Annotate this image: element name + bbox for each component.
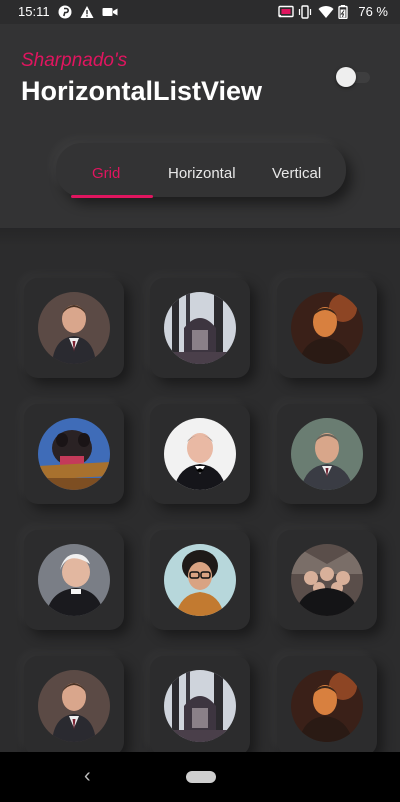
grid-item[interactable] <box>277 656 377 756</box>
toggle-thumb <box>336 67 356 87</box>
avatar <box>38 544 110 616</box>
avatar <box>38 670 110 742</box>
grid-item[interactable] <box>24 404 124 504</box>
app-screen: 15:11 76 % Sharpnado's HorizontalListVie… <box>0 0 400 802</box>
grid-item[interactable] <box>277 278 377 378</box>
avatar <box>38 418 110 490</box>
avatar <box>164 292 236 364</box>
grid-item[interactable] <box>150 530 250 630</box>
grid-item[interactable] <box>150 656 250 756</box>
battery-percentage: 76 % <box>358 4 388 19</box>
home-pill-icon[interactable] <box>186 771 216 783</box>
tab-selected-indicator <box>71 195 153 198</box>
grid-item[interactable] <box>277 530 377 630</box>
wifi-icon <box>318 5 334 19</box>
avatar <box>291 418 363 490</box>
pinterest-icon <box>58 5 72 19</box>
dark-mode-toggle[interactable] <box>336 66 372 88</box>
warning-icon <box>80 5 94 19</box>
app-subtitle: Sharpnado's <box>21 50 128 71</box>
grid-item[interactable] <box>150 404 250 504</box>
cast-icon <box>278 5 295 19</box>
grid-item[interactable] <box>277 404 377 504</box>
avatar <box>291 670 363 742</box>
back-chevron-icon[interactable]: ‹ <box>84 766 98 786</box>
grid-item[interactable] <box>24 656 124 756</box>
avatar <box>164 670 236 742</box>
video-camera-icon <box>102 5 118 19</box>
header-shadow <box>0 228 400 246</box>
grid-item[interactable] <box>24 530 124 630</box>
app-title: HorizontalListView <box>21 76 263 106</box>
tab-grid[interactable]: Grid <box>92 165 120 183</box>
avatar <box>291 292 363 364</box>
status-time: 15:11 <box>18 4 50 19</box>
avatar <box>38 292 110 364</box>
avatar <box>164 544 236 616</box>
battery-icon <box>338 4 352 19</box>
grid-item[interactable] <box>24 278 124 378</box>
grid-item[interactable] <box>150 278 250 378</box>
status-bar: 15:11 76 % <box>0 0 400 24</box>
tab-horizontal[interactable]: Horizontal <box>168 165 236 183</box>
avatar <box>291 544 363 616</box>
vibrate-icon <box>298 4 312 19</box>
tab-vertical[interactable]: Vertical <box>272 165 321 183</box>
avatar <box>164 418 236 490</box>
